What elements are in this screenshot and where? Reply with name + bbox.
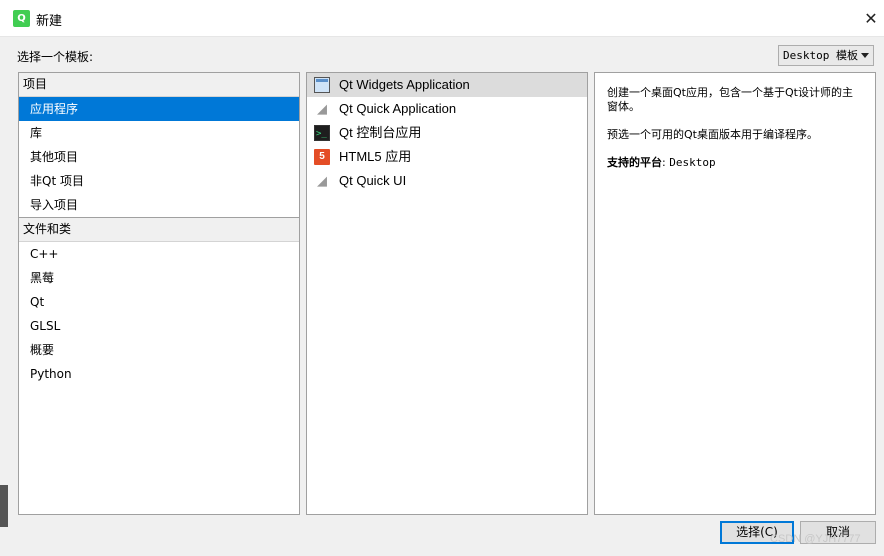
template-label: Qt 控制台应用 <box>339 125 422 140</box>
supported-platform: 支持的平台: Desktop <box>607 156 716 169</box>
template-item-qt-console[interactable]: Qt 控制台应用 <box>307 121 587 146</box>
description-text: 创建一个桌面Qt应用，包含一个基于Qt设计师的主窗体。 <box>607 86 853 113</box>
chevron-down-icon <box>861 53 869 58</box>
window-title: 新建 <box>36 14 63 29</box>
category-item-glsl[interactable]: GLSL <box>19 314 299 338</box>
widgets-window-icon <box>314 77 330 93</box>
template-item-qt-quick-ui[interactable]: ◢ Qt Quick UI <box>307 169 587 193</box>
category-item-import-project[interactable]: 导入项目 <box>19 193 299 217</box>
template-label: Qt Quick Application <box>339 101 457 116</box>
watermark: CSDN @YJH7777 <box>770 533 861 545</box>
template-label: Qt Widgets Application <box>339 77 470 92</box>
category-item-library[interactable]: 库 <box>19 121 299 145</box>
title-bar: Q 新建 ✕ <box>0 0 884 37</box>
close-icon[interactable]: ✕ <box>858 6 884 32</box>
template-label: Qt Quick UI <box>339 173 407 188</box>
template-description: 创建一个桌面Qt应用，包含一个基于Qt设计师的主窗体。 预选一个可用的Qt桌面版… <box>594 72 876 515</box>
category-item-blackberry[interactable]: 黑莓 <box>19 266 299 290</box>
category-item-other-project[interactable]: 其他项目 <box>19 145 299 169</box>
category-item-non-qt-project[interactable]: 非Qt 项目 <box>19 169 299 193</box>
supported-platform-value: Desktop <box>669 156 716 169</box>
qt-creator-icon: Q <box>13 10 30 27</box>
html5-icon: 5 <box>314 149 330 165</box>
template-item-qt-widgets[interactable]: Qt Widgets Application <box>307 73 587 97</box>
qt-quick-icon: ◢ <box>317 101 327 116</box>
template-item-qt-quick-app[interactable]: ◢ Qt Quick Application <box>307 97 587 121</box>
background-window-strip <box>0 485 8 527</box>
template-list: Qt Widgets Application ◢ Qt Quick Applic… <box>306 72 588 515</box>
category-item-application[interactable]: 应用程序 <box>19 97 299 121</box>
category-item-python[interactable]: Python <box>19 362 299 386</box>
category-list: 项目 应用程序 库 其他项目 非Qt 项目 导入项目 文件和类 C++ 黑莓 Q… <box>18 72 300 515</box>
choose-template-label: 选择一个模板: <box>17 50 94 64</box>
template-item-html5[interactable]: 5 HTML5 应用 <box>307 145 587 169</box>
category-header-projects: 项目 <box>19 73 299 97</box>
new-project-dialog: 选择一个模板: Desktop 模板 项目 应用程序 库 其他项目 非Qt 项目… <box>0 37 884 556</box>
category-item-modeling[interactable]: 概要 <box>19 338 299 362</box>
description-text-2: 预选一个可用的Qt桌面版本用于编译程序。 <box>607 128 818 141</box>
category-item-qt[interactable]: Qt <box>19 290 299 314</box>
supported-platform-label: 支持的平台 <box>607 156 662 169</box>
platform-template-select[interactable]: Desktop 模板 <box>778 45 874 66</box>
category-item-cpp[interactable]: C++ <box>19 242 299 266</box>
console-icon <box>314 122 330 146</box>
category-header-files-classes: 文件和类 <box>19 217 299 242</box>
platform-template-value: Desktop 模板 <box>783 49 858 62</box>
template-label: HTML5 应用 <box>339 149 412 164</box>
qt-quick-icon: ◢ <box>317 173 327 188</box>
